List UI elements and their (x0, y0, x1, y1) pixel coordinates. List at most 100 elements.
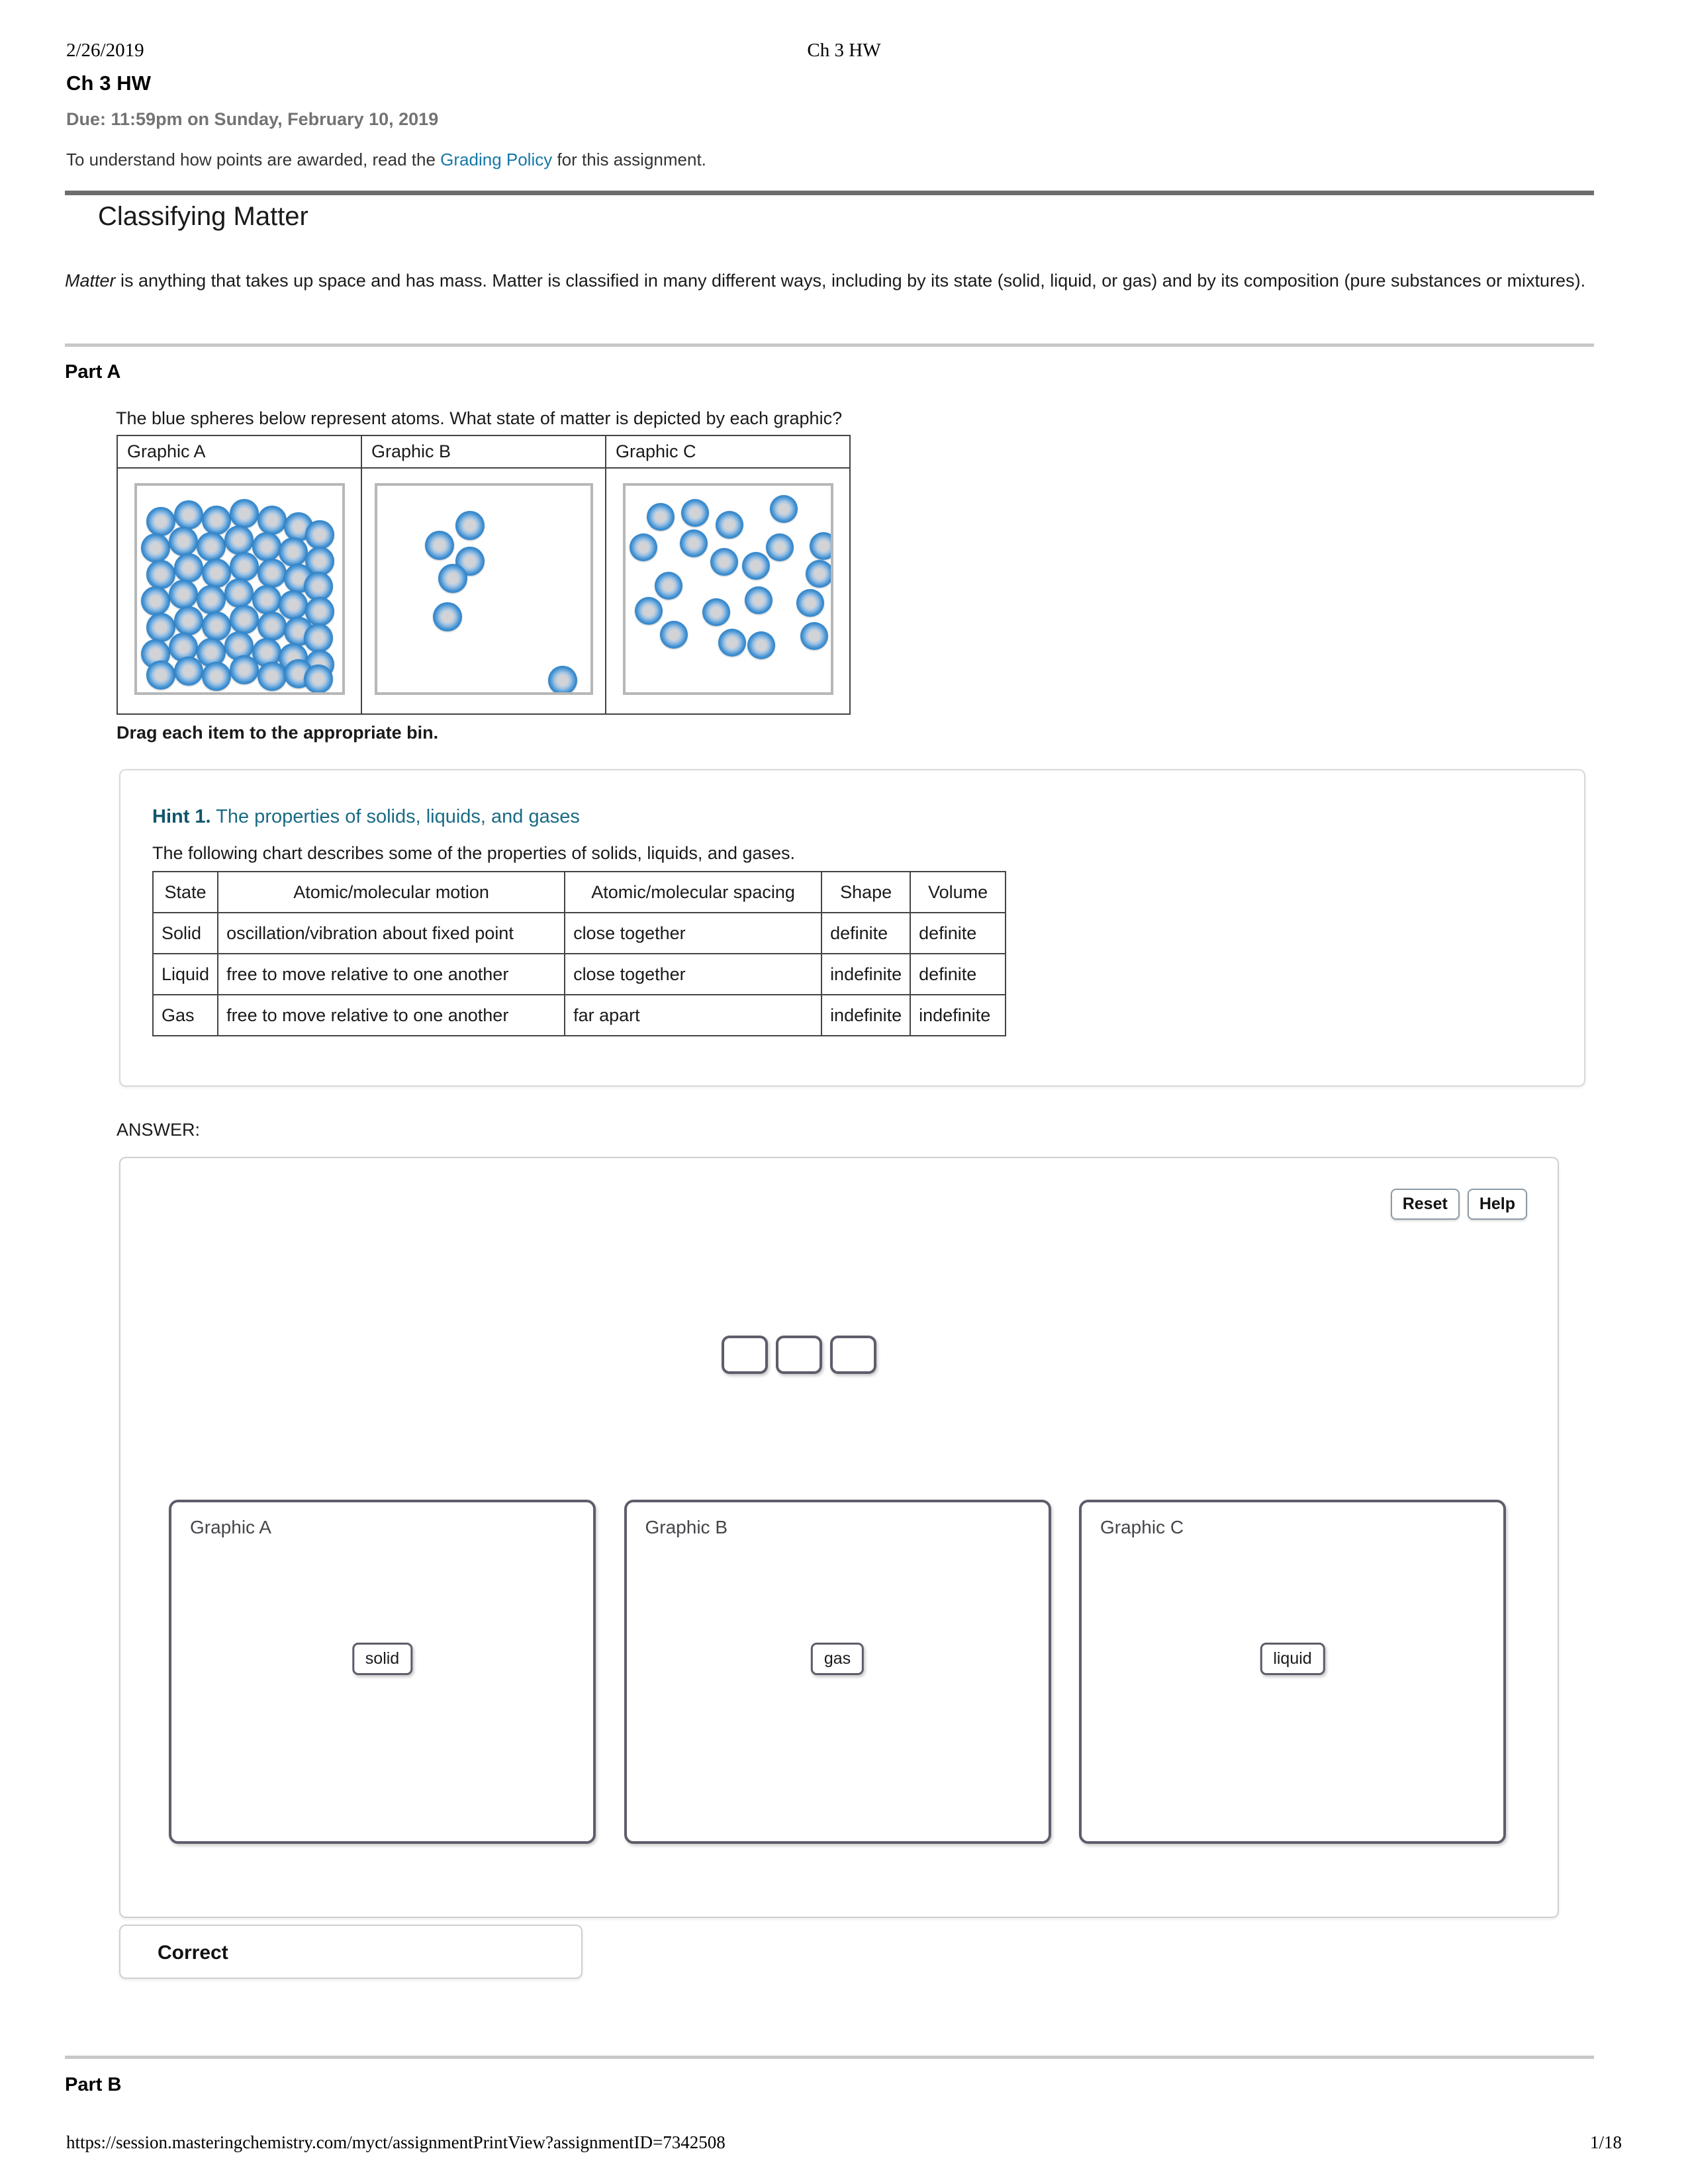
atom-sphere (168, 580, 198, 609)
bin-graphic-b[interactable]: Graphic B gas (624, 1500, 1051, 1844)
chip-solid[interactable]: solid (352, 1643, 413, 1675)
header-divider (65, 191, 1594, 195)
atom-sphere (744, 586, 773, 614)
part-b-divider (65, 2056, 1594, 2059)
atom-sphere (201, 612, 231, 641)
assignment-due-date: Due: 11:59pm on Sunday, February 10, 201… (66, 109, 439, 129)
cell-spacing-gas: far apart (564, 994, 823, 1036)
cell-volume-liquid: definite (910, 953, 1007, 995)
atom-sphere (173, 657, 203, 686)
atom-sphere (679, 529, 708, 557)
graphics-table: Graphic A Graphic B Graphic C (117, 435, 851, 715)
drop-bins: Graphic A solid Graphic B gas Graphic C … (169, 1500, 1506, 1844)
chip-liquid[interactable]: liquid (1260, 1643, 1325, 1675)
drag-instruction: Drag each item to the appropriate bin. (117, 723, 439, 743)
cell-motion-gas: free to move relative to one another (217, 994, 566, 1036)
atom-sphere (303, 664, 333, 692)
atom-sphere (765, 533, 794, 561)
item-slot-3[interactable] (830, 1336, 876, 1374)
atom-sphere (229, 605, 259, 634)
bin-graphic-c[interactable]: Graphic C liquid (1079, 1500, 1506, 1844)
atom-sphere (634, 597, 663, 625)
chip-gas[interactable]: gas (810, 1643, 865, 1675)
print-header: 2/26/2019 Ch 3 HW (66, 40, 1622, 66)
assignment-print-page: 2/26/2019 Ch 3 HW Ch 3 HW Due: 11:59pm o… (0, 0, 1688, 2184)
feedback-text: Correct (158, 1942, 228, 1964)
graphics-header-row: Graphic A Graphic B Graphic C (117, 435, 851, 469)
atom-sphere (196, 585, 226, 614)
footer-url: https://session.masteringchemistry.com/m… (66, 2132, 726, 2152)
atom-sphere (201, 506, 231, 535)
graphic-b-diagram (374, 483, 593, 695)
grading-suffix-text: for this assignment. (552, 150, 706, 169)
atom-sphere (173, 500, 203, 529)
hint-panel: Hint 1. The properties of solids, liquid… (119, 769, 1585, 1087)
cell-spacing-solid: close together (564, 912, 823, 954)
item-slot-2[interactable] (776, 1336, 822, 1374)
feedback-box: Correct (119, 1925, 583, 1979)
atom-sphere (146, 560, 175, 589)
footer-page-number: 1/18 (1589, 2132, 1622, 2152)
atom-sphere (432, 602, 462, 631)
atom-sphere (229, 499, 259, 528)
atom-sphere (224, 578, 254, 608)
table-row: Liquid free to move relative to one anot… (152, 953, 1007, 995)
cell-shape-liquid: indefinite (821, 953, 912, 995)
cell-state-gas: Gas (152, 994, 219, 1036)
cell-shape-solid: definite (821, 912, 912, 954)
atom-sphere (805, 560, 831, 588)
atom-sphere (257, 662, 287, 691)
part-a-divider (65, 343, 1594, 347)
atom-sphere (140, 533, 170, 563)
part-a-question-text: The blue spheres below represent atoms. … (116, 408, 843, 428)
answer-label: ANSWER: (117, 1120, 201, 1140)
atom-sphere (747, 631, 775, 659)
table-row: Gas free to move relative to one another… (152, 994, 1007, 1036)
atom-sphere (547, 666, 577, 692)
atom-sphere (196, 532, 226, 561)
atom-sphere (702, 598, 730, 626)
atom-sphere (140, 586, 170, 615)
atom-sphere (173, 553, 203, 582)
atom-sphere (168, 527, 198, 556)
atom-sphere (278, 537, 308, 567)
grading-policy-link[interactable]: Grading Policy (440, 150, 552, 169)
atom-sphere (252, 585, 281, 614)
atom-sphere (680, 499, 709, 527)
col-header-motion: Atomic/molecular motion (217, 871, 566, 913)
col-header-shape: Shape (821, 871, 912, 913)
graphic-a-diagram (134, 483, 345, 695)
cell-volume-solid: definite (910, 912, 1007, 954)
atom-sphere (303, 623, 333, 653)
graphic-a-header: Graphic A (117, 435, 362, 469)
cell-state-solid: Solid (152, 912, 219, 954)
bin-graphic-a[interactable]: Graphic A solid (169, 1500, 596, 1844)
atom-sphere (646, 503, 675, 531)
atom-sphere (257, 506, 287, 535)
atom-sphere (455, 511, 485, 540)
atom-sphere (710, 548, 738, 576)
col-header-state: State (152, 871, 219, 913)
atom-sphere (629, 533, 657, 561)
atom-sphere (718, 629, 746, 657)
cell-state-liquid: Liquid (152, 953, 219, 995)
atom-sphere (224, 525, 254, 555)
section-title: Classifying Matter (98, 202, 308, 231)
atom-sphere (173, 606, 203, 635)
atom-sphere (800, 622, 828, 650)
atom-sphere (257, 559, 287, 588)
part-b-label: Part B (65, 2074, 122, 2095)
hint-subtitle: The following chart describes some of th… (152, 843, 796, 863)
help-button[interactable]: Help (1467, 1189, 1527, 1220)
cell-spacing-liquid: close together (564, 953, 823, 995)
cell-motion-liquid: free to move relative to one another (217, 953, 566, 995)
reset-button[interactable]: Reset (1390, 1189, 1460, 1220)
answer-toolbar: Reset Help (1390, 1189, 1527, 1220)
item-slot-1[interactable] (722, 1336, 768, 1374)
graphics-body-row (117, 467, 851, 715)
col-header-spacing: Atomic/molecular spacing (564, 871, 823, 913)
bin-graphic-c-title: Graphic C (1100, 1517, 1184, 1537)
assignment-title: Ch 3 HW (66, 71, 152, 95)
graphic-a-cell (117, 467, 362, 715)
bin-graphic-b-title: Graphic B (645, 1517, 728, 1537)
